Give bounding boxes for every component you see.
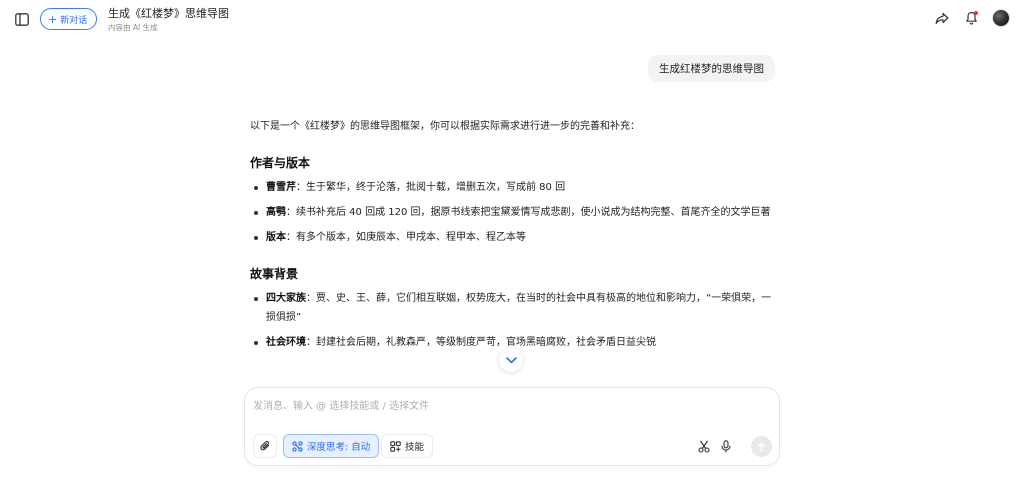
conversation-subtitle: 内容由 AI 生成 xyxy=(108,23,158,32)
paperclip-icon xyxy=(259,440,269,451)
message-input[interactable] xyxy=(253,396,763,416)
scroll-down-button[interactable] xyxy=(499,348,523,372)
list-item-text: ：有多个版本，如庚辰本、甲戌本、程甲本、程乙本等 xyxy=(286,232,526,243)
list-item-text: ：封建社会后期，礼教森严，等级制度严苛，官场黑暗腐败，社会矛盾日益尖锐 xyxy=(306,337,656,348)
list-item-text: ：贾、史、王、薛，它们相互联姻，权势庞大，在当时的社会中具有极高的地位和影响力，… xyxy=(266,293,772,323)
notification-dot xyxy=(974,11,978,15)
attach-button[interactable] xyxy=(253,434,277,458)
share-icon[interactable] xyxy=(934,10,950,26)
bottom-fade xyxy=(240,372,784,388)
assistant-answer: 以下是一个《红楼梦》的思维导图框架，你可以根据实际需求进行进一步的完善和补充： … xyxy=(250,117,780,352)
plus-icon: + xyxy=(48,12,58,26)
arrow-up-icon xyxy=(757,442,766,452)
user-message-bubble: 生成红楼梦的思维导图 xyxy=(648,55,775,82)
list-item-term: 四大家族 xyxy=(266,293,306,304)
bell-icon[interactable] xyxy=(963,10,979,26)
section-heading: 作者与版本 xyxy=(250,156,311,170)
list-item: 版本：有多个版本，如庚辰本、甲戌本、程甲本、程乙本等 xyxy=(250,228,780,247)
list-item-term: 高鹗 xyxy=(266,207,286,218)
list-item-term: 版本 xyxy=(266,232,286,243)
scissors-icon[interactable] xyxy=(697,439,711,453)
section-list: 曹雪芹：生于繁华，终于沦落，批阅十载，增删五次，写成前 80 回 高鹗：续书补充… xyxy=(250,178,780,247)
list-item-text: ：生于繁华，终于沦落，批阅十载，增删五次，写成前 80 回 xyxy=(296,182,566,193)
deep-think-toggle[interactable]: 深度思考: 自动 xyxy=(283,434,380,458)
list-item-term: 曹雪芹 xyxy=(266,182,296,193)
skill-label: 技能 xyxy=(405,442,425,453)
list-item: 四大家族：贾、史、王、薛，它们相互联姻，权势庞大，在当时的社会中具有极高的地位和… xyxy=(250,289,780,327)
chevron-down-icon xyxy=(505,356,517,363)
skill-button[interactable]: 技能 xyxy=(381,434,434,458)
section-heading: 故事背景 xyxy=(250,267,299,281)
user-avatar[interactable] xyxy=(992,9,1010,27)
conversation-title[interactable]: 生成《红楼梦》思维导图 xyxy=(108,7,229,21)
list-item: 高鹗：续书补充后 40 回成 120 回，据原书线索把宝黛爱情写成悲剧，使小说成… xyxy=(250,203,780,222)
message-composer: 深度思考: 自动 技能 xyxy=(244,387,780,466)
atom-nodes-icon xyxy=(292,440,303,452)
sidebar-toggle-icon[interactable] xyxy=(14,11,30,27)
header-actions xyxy=(934,9,1010,27)
new-chat-button[interactable]: + 新对话 xyxy=(40,8,98,30)
microphone-icon[interactable] xyxy=(719,439,733,453)
list-item: 曹雪芹：生于繁华，终于沦落，批阅十载，增删五次，写成前 80 回 xyxy=(250,178,780,197)
section-list: 四大家族：贾、史、王、薛，它们相互联姻，权势庞大，在当时的社会中具有极高的地位和… xyxy=(250,289,780,352)
send-button[interactable] xyxy=(751,436,772,457)
new-chat-label: 新对话 xyxy=(60,15,88,26)
list-item-text: ：续书补充后 40 回成 120 回，据原书线索把宝黛爱情写成悲剧，使小说成为结… xyxy=(286,207,771,218)
deep-think-label: 深度思考: 自动 xyxy=(307,442,371,453)
grid-plus-icon xyxy=(390,440,401,452)
top-bar: + 新对话 生成《红楼梦》思维导图 内容由 AI 生成 xyxy=(0,0,1024,38)
conversation-title-block: 生成《红楼梦》思维导图 内容由 AI 生成 xyxy=(108,7,229,33)
answer-intro: 以下是一个《红楼梦》的思维导图框架，你可以根据实际需求进行进一步的完善和补充： xyxy=(250,121,640,132)
list-item-term: 社会环境 xyxy=(266,337,306,348)
